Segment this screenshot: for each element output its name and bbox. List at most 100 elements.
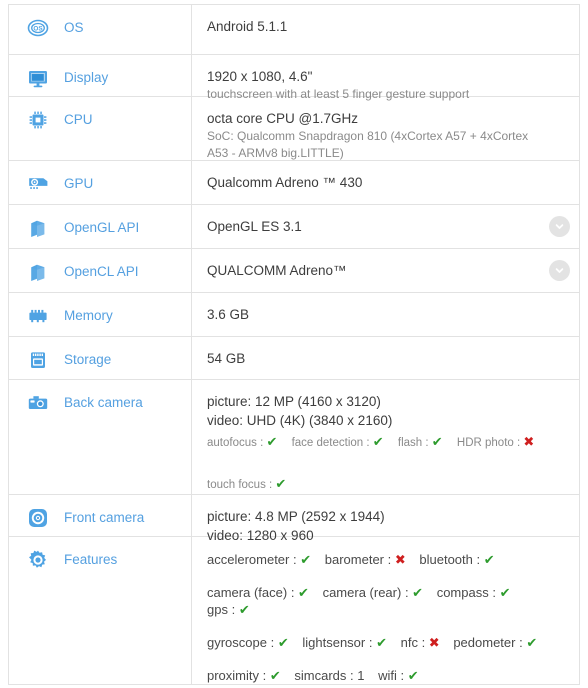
row-label-text: Front camera xyxy=(64,510,145,525)
table-row-cpu: CPU octa core CPU @1.7GHz SoC: Qualcomm … xyxy=(9,97,579,161)
features-line-1: accelerometer : ✔ barometer : ✖ bluetoot… xyxy=(207,551,545,568)
row-label-cell: Features xyxy=(9,537,192,684)
feature-yes-icon: ✔ xyxy=(372,434,384,449)
features-line-4: proximity : ✔ simcards : 1 wifi : ✔ xyxy=(207,667,545,684)
feature-label: gyroscope xyxy=(207,635,267,650)
row-label-cell: Back camera xyxy=(9,380,192,494)
feature-sep: : xyxy=(259,668,270,683)
value-primary: picture: 12 MP (4160 x 3120) xyxy=(207,394,381,409)
feature-label: lightsensor xyxy=(302,635,366,650)
row-label-cell: Front camera xyxy=(9,495,192,536)
feature-label: gps xyxy=(207,602,228,617)
row-label-cell: Storage xyxy=(9,337,192,379)
row-value-cell: accelerometer : ✔ barometer : ✖ bluetoot… xyxy=(192,537,579,684)
row-value-cell: 3.6 GB xyxy=(192,293,579,336)
feature-no-icon: ✖ xyxy=(428,635,440,650)
feature-label: camera (face) xyxy=(207,585,288,600)
feature-sep: : xyxy=(488,585,500,600)
expand-opencl-button[interactable] xyxy=(549,259,570,281)
row-label-cell: OS OS xyxy=(9,5,192,54)
table-row-os: OS OS Android 5.1.1 xyxy=(9,5,579,55)
table-row-memory: Memory 3.6 GB xyxy=(9,293,579,337)
table-row-storage: Storage 54 GB xyxy=(9,337,579,380)
feature-yes-icon: ✔ xyxy=(483,552,495,567)
row-value-cell: Qualcomm Adreno ™ 430 xyxy=(192,161,579,204)
gpu-card-icon xyxy=(27,173,49,195)
feature-yes-icon: ✔ xyxy=(298,585,309,600)
camera-front-icon xyxy=(27,507,49,529)
feature-sep: : xyxy=(384,552,395,567)
memory-ram-icon xyxy=(27,305,49,327)
feature-yes-icon: ✔ xyxy=(526,635,538,650)
value-primary: 3.6 GB xyxy=(207,307,250,322)
chevron-down-icon xyxy=(554,265,565,276)
row-label-text: OS xyxy=(64,20,84,35)
feature-label: compass xyxy=(436,585,489,600)
row-label-cell: OpenGL API xyxy=(9,205,192,248)
table-row-gpu: GPU Qualcomm Adreno ™ 430 xyxy=(9,161,579,205)
svg-text:OS: OS xyxy=(33,26,43,33)
feature-yes-icon: ✔ xyxy=(266,434,278,449)
feature-sep: : xyxy=(515,635,527,650)
feature-label: touch focus xyxy=(207,479,266,491)
feature-sep: : xyxy=(401,585,413,600)
feature-yes-icon: ✔ xyxy=(238,602,250,617)
row-label-cell: CPU xyxy=(9,97,192,160)
row-value-cell: 1920 x 1080, 4.6" touchscreen with at le… xyxy=(192,55,579,101)
value-primary: QUALCOMM Adreno™ xyxy=(207,263,347,278)
row-label-text: Storage xyxy=(64,352,112,367)
value-secondary: SoC: Qualcomm Snapdragon 810 (4xCortex A… xyxy=(207,129,529,160)
feature-no-icon: ✖ xyxy=(523,434,535,449)
table-row-front-camera: Front camera picture: 4.8 MP (2592 x 194… xyxy=(9,495,579,543)
row-label-text: OpenGL API xyxy=(64,220,140,235)
row-value-cell: picture: 12 MP (4160 x 3120) video: UHD … xyxy=(192,380,579,494)
feature-sep: : xyxy=(417,635,429,650)
os-icon: OS xyxy=(27,17,49,39)
value-primary-2: video: UHD (4K) (3840 x 2160) xyxy=(207,413,393,428)
feature-label: pedometer xyxy=(453,635,516,650)
cube-3d-icon xyxy=(27,217,49,239)
feature-sep: : xyxy=(265,479,276,491)
table-row-opengl-api: OpenGL API OpenGL ES 3.1 xyxy=(9,205,579,249)
feature-yes-icon: ✔ xyxy=(499,585,511,600)
row-label-text: Display xyxy=(64,70,109,85)
row-label-text: OpenCL API xyxy=(64,264,139,279)
feature-yes-icon: ✔ xyxy=(376,635,387,650)
feature-sep: : xyxy=(227,602,239,617)
feature-yes-icon: ✔ xyxy=(269,668,281,683)
row-label-text: CPU xyxy=(64,112,93,127)
features-line-3: gyroscope : ✔ lightsensor : ✔ nfc : ✖ pe… xyxy=(207,634,545,651)
storage-card-icon xyxy=(27,349,49,371)
feature-label: face detection xyxy=(291,437,364,449)
feature-label: accelerometer xyxy=(207,552,290,567)
features-line-2: camera (face) : ✔ camera (rear) : ✔ comp… xyxy=(207,584,545,618)
device-specifications-table: OS OS Android 5.1.1 Display 1920 x 1080,… xyxy=(8,4,580,685)
row-label-text: Features xyxy=(64,552,118,567)
feature-label: nfc xyxy=(400,635,418,650)
row-label-text: Memory xyxy=(64,308,113,323)
table-row-features: Features accelerometer : ✔ barometer : ✖… xyxy=(9,537,579,685)
table-row-opencl-api: OpenCL API QUALCOMM Adreno™ xyxy=(9,249,579,293)
feature-yes-icon: ✔ xyxy=(407,668,419,683)
row-value-cell: Android 5.1.1 xyxy=(192,5,579,54)
row-label-text: Back camera xyxy=(64,395,143,410)
cpu-chip-icon xyxy=(27,109,49,131)
gear-icon xyxy=(27,549,49,571)
value-primary: 1920 x 1080, 4.6" xyxy=(207,69,313,84)
row-label-text: GPU xyxy=(64,176,94,191)
feature-label: barometer xyxy=(324,552,384,567)
row-label-cell: OpenCL API xyxy=(9,249,192,292)
feature-yes-icon: ✔ xyxy=(277,635,289,650)
feature-label: proximity xyxy=(207,668,260,683)
feature-sep: : xyxy=(266,635,278,650)
feature-sep: : xyxy=(363,437,373,449)
feature-yes-icon: ✔ xyxy=(300,552,312,567)
row-value-cell: 54 GB xyxy=(192,337,579,379)
camera-feature-line: touch focus : ✔ xyxy=(207,475,545,494)
feature-label: flash xyxy=(397,437,423,449)
expand-opengl-button[interactable] xyxy=(549,215,570,237)
feature-label: wifi xyxy=(378,668,397,683)
feature-sep: : xyxy=(472,552,484,567)
feature-label: autofocus xyxy=(207,437,257,449)
row-value-cell: QUALCOMM Adreno™ xyxy=(192,249,579,292)
